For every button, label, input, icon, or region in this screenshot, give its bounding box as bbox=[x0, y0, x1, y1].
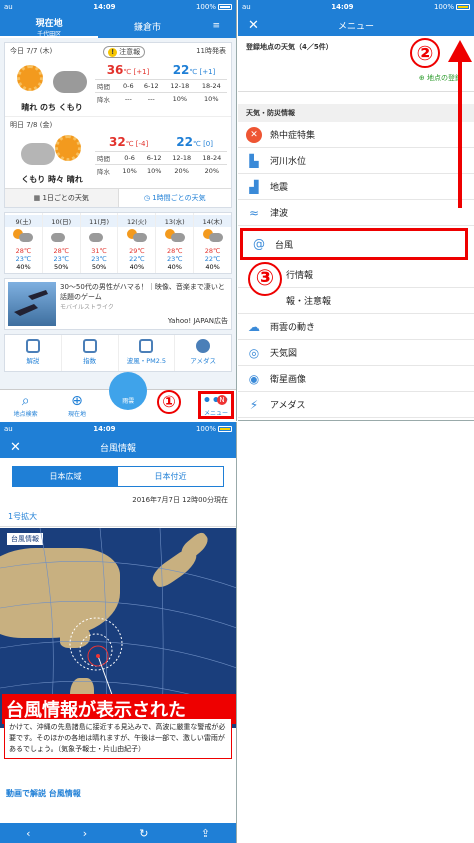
section-header: 天気・防災情報 bbox=[238, 104, 474, 122]
status-bar: au 14:09 100% bbox=[0, 422, 236, 436]
arrow-line bbox=[458, 58, 462, 208]
status-bar: au 14:09 100% bbox=[0, 0, 236, 14]
today-low: 22℃ [+1] bbox=[172, 63, 216, 77]
tomorrow-date: 明日 7/8 (金) bbox=[10, 121, 53, 129]
quick-links: 解説 指数 波風・PM2.5 アメダス bbox=[4, 334, 232, 372]
menu-button-highlight: ••• メニュー N bbox=[197, 391, 234, 419]
tab-menu[interactable]: ••• メニュー N bbox=[185, 391, 236, 421]
step-2-marker: ② bbox=[410, 38, 440, 68]
crosshair-icon: ⊕ bbox=[71, 393, 83, 409]
tab-japan-wide[interactable]: 日本広域 bbox=[13, 467, 118, 486]
menu-weather-map[interactable]: ◎ 天気図 bbox=[238, 340, 474, 366]
menu-satellite[interactable]: ◉ 衛星画像 bbox=[238, 366, 474, 392]
week-day: 10(日) 28℃ 23℃ 50% bbox=[42, 213, 81, 273]
location-tabs: 現在地 千代田区 鎌倉市 ≡ bbox=[0, 14, 236, 38]
share-icon[interactable]: ⇪ bbox=[201, 827, 210, 840]
quick-index[interactable]: 指数 bbox=[62, 335, 119, 371]
reload-icon[interactable]: ↻ bbox=[139, 827, 148, 840]
typhoon-title: 台風情報 bbox=[99, 443, 136, 454]
ad-image bbox=[8, 282, 56, 326]
ad-title: 30〜50代の男性がハマる！｜映像、音楽まで凄いと話題のゲーム bbox=[60, 283, 225, 301]
menu-heatstroke[interactable]: ✕ 熱中症特集 bbox=[238, 122, 474, 148]
region-tabs: 日本広域 日本付近 bbox=[12, 466, 224, 487]
today-forecast: 今日 7/7 (木) ! 注意報 11時発表 晴れ のち くもり 36℃ [+1]… bbox=[4, 42, 232, 208]
close-icon[interactable]: ✕ bbox=[248, 18, 259, 33]
typhoon-screen: au 14:09 100% ✕ 台風情報 日本広域 日本付近 2016年7月7日… bbox=[0, 422, 237, 843]
menu-title: メニュー bbox=[337, 21, 374, 32]
typhoon-description: かけて、沖縄の先島諸島に接近する見込みで、高波に厳重な警戒が必要です。そのほかの… bbox=[4, 718, 232, 759]
week-day: 9(土) 28℃ 23℃ 40% bbox=[5, 213, 43, 273]
register-link[interactable]: ⊕ 地点の登録 bbox=[419, 73, 462, 83]
today-high: 36℃ [+1] bbox=[106, 63, 150, 77]
daily-weather-button[interactable]: ▦ 1日ごとの天気 bbox=[5, 189, 119, 207]
menu-header: ✕ メニュー bbox=[238, 14, 474, 36]
tab-search[interactable]: ⌕ 地点検索 bbox=[0, 393, 51, 421]
registered-area: ⊕ 地点の登録 bbox=[238, 54, 474, 92]
carrier: au bbox=[4, 3, 13, 11]
menu-river[interactable]: ▙ 河川水位 bbox=[238, 148, 474, 174]
quick-commentary[interactable]: 解説 bbox=[5, 335, 62, 371]
close-icon[interactable]: ✕ bbox=[10, 440, 21, 455]
timestamp: 2016年7月7日 12時00分現在 bbox=[132, 496, 228, 504]
video-explanation-link[interactable]: 動画で解説 台風情報 bbox=[6, 788, 81, 799]
tab-rain-radar[interactable]: 雨雲 bbox=[103, 372, 154, 421]
tomorrow-high: 32℃ [-4] bbox=[109, 135, 149, 149]
menu-rain-cloud[interactable]: ☁ 雨雲の動き bbox=[238, 314, 474, 340]
tomorrow-low: 22℃ [0] bbox=[176, 135, 213, 149]
blank-panel bbox=[238, 422, 474, 843]
battery: 100% bbox=[196, 3, 232, 11]
browser-toolbar: ‹ › ↻ ⇪ bbox=[0, 823, 236, 843]
issued-time: 11時発表 bbox=[196, 47, 226, 55]
tab-current[interactable]: ⊕ 現在地 bbox=[51, 393, 102, 421]
cloud-sun-icon: くもり 時々 晴れ bbox=[9, 133, 95, 185]
typhoon-header: ✕ 台風情報 bbox=[0, 436, 236, 458]
warning-badge[interactable]: ! 注意報 bbox=[103, 46, 146, 58]
menu-amedas[interactable]: ⚡ アメダス bbox=[238, 392, 474, 418]
tomorrow-rain-table: 時間 0-6 6-12 12-18 18-24 降水 10% 10% 20% 20% bbox=[95, 151, 227, 177]
sun-cloud-icon: 晴れ のち くもり bbox=[9, 61, 95, 113]
menu-screen: au 14:09 100% ✕ メニュー 登録地点の天気（4／5件） ⊕ 地点の… bbox=[238, 0, 474, 421]
quick-amedas[interactable]: アメダス bbox=[175, 335, 231, 371]
quick-wave-pm25[interactable]: 波風・PM2.5 bbox=[119, 335, 176, 371]
hourly-weather-button[interactable]: ◷ 1時間ごとの天気 bbox=[119, 189, 232, 207]
tab-kamakura[interactable]: 鎌倉市 bbox=[98, 20, 196, 33]
week-day: 12(火) 29℃ 22℃ 40% bbox=[118, 213, 157, 273]
week-day: 14(木) 28℃ 22℃ 40% bbox=[194, 213, 231, 273]
arrow-head bbox=[448, 40, 472, 62]
forward-icon[interactable]: › bbox=[83, 827, 87, 840]
zoom-link[interactable]: 1号拡大 bbox=[0, 505, 236, 527]
clock: 14:09 bbox=[93, 3, 116, 11]
step-3-marker: ③ bbox=[248, 262, 282, 296]
tab-current-location[interactable]: 現在地 千代田区 bbox=[0, 14, 99, 38]
home-screen: au 14:09 100% 現在地 千代田区 鎌倉市 ≡ 今日 7/7 (木) !… bbox=[0, 0, 237, 421]
typhoon-icon: @ bbox=[253, 237, 265, 251]
back-icon[interactable]: ‹ bbox=[26, 827, 30, 840]
tab-bar: ⌕ 地点検索 ⊕ 現在地 雨雲 ••• メニュー N bbox=[0, 372, 236, 421]
search-icon: ⌕ bbox=[21, 393, 30, 409]
today-rain-table: 時間 0-6 6-12 12-18 18-24 降水 --- --- 10% 10% bbox=[95, 79, 227, 105]
ad-label: Yahoo! JAPAN広告 bbox=[167, 317, 228, 325]
status-bar: au 14:09 100% bbox=[238, 0, 474, 14]
menu-earthquake[interactable]: ▟ 地震 bbox=[238, 174, 474, 200]
ad-sponsor: モバイルストライク bbox=[60, 304, 114, 311]
weekly-forecast[interactable]: 9(土) 28℃ 23℃ 40% 10(日) 28℃ 23℃ 50% 11(月) 31℃ 23℃… bbox=[4, 212, 232, 274]
week-day: 11(月) 31℃ 23℃ 50% bbox=[80, 213, 119, 273]
tab-near-japan[interactable]: 日本付近 bbox=[118, 467, 223, 486]
list-icon[interactable]: ≡ bbox=[197, 21, 236, 31]
step-1-marker: ① bbox=[157, 390, 181, 414]
week-day: 13(水) 28℃ 23℃ 40% bbox=[156, 213, 195, 273]
menu-tsunami[interactable]: ≈ 津波 bbox=[238, 200, 474, 226]
ad-banner[interactable]: 30〜50代の男性がハマる！｜映像、音楽まで凄いと話題のゲーム モバイルストライ… bbox=[4, 278, 232, 330]
menu-typhoon[interactable]: @ 台風 bbox=[240, 228, 468, 260]
today-date: 今日 7/7 (木) bbox=[10, 47, 53, 55]
